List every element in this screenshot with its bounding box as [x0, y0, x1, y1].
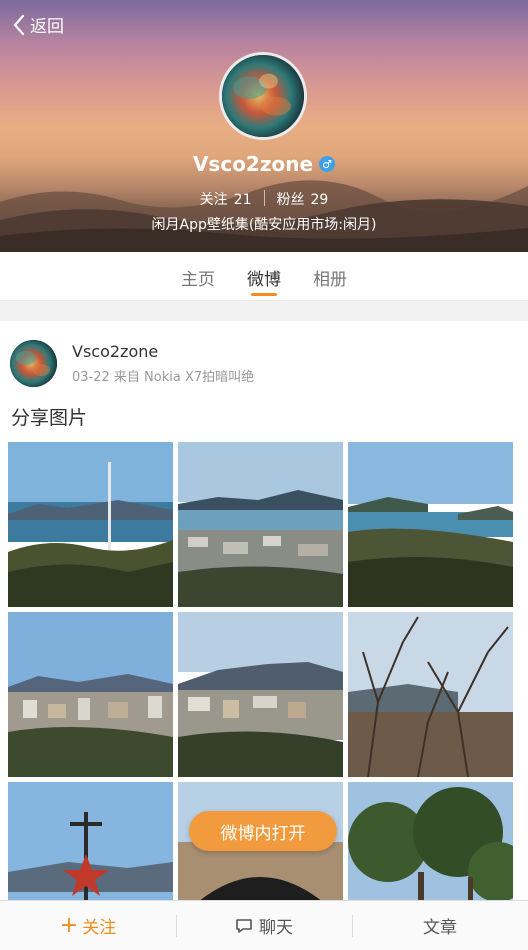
chat-button[interactable]: 聊天 [176, 901, 352, 950]
post-author[interactable]: Vsco2zone [72, 342, 158, 361]
profile-stats: 关注 21 粉丝 29 [0, 189, 528, 209]
open-in-weibo-button[interactable]: 微博内打开 [189, 811, 337, 851]
tab-weibo[interactable]: 微博 [231, 252, 297, 300]
post-image-coastal-tower[interactable] [8, 442, 173, 607]
post-image-city-port[interactable] [178, 612, 343, 777]
fans-stat-count: 29 [310, 192, 329, 208]
back-label: 返回 [30, 17, 64, 37]
nebula-avatar-image [10, 340, 57, 387]
profile-header: 返回 Vsco2zone ♂ 关注21 粉丝29 闲月App壁纸集(酷安应用 [0, 0, 528, 252]
male-icon: ♂ [319, 156, 336, 172]
post-text: 分享图片 [11, 407, 88, 429]
back-button[interactable]: 返回 [12, 12, 64, 37]
post-image-city-hills[interactable] [8, 612, 173, 777]
follow-stat-count: 21 [233, 192, 252, 208]
plus-icon: + [59, 912, 79, 938]
chat-bubble-icon [235, 918, 259, 934]
follow-label: 关注 [82, 918, 117, 938]
bottom-action-bar: + 关注 聊天 文章 [0, 900, 528, 950]
article-label: 文章 [423, 918, 457, 938]
stats-divider [263, 190, 265, 206]
profile-username: Vsco2zone [192, 152, 314, 176]
post-meta: 03-22 来自 Nokia X7拍暗叫绝 [72, 370, 255, 385]
post-image-bay-islands[interactable] [348, 442, 513, 607]
tab-album[interactable]: 相册 [297, 252, 363, 300]
article-button[interactable]: 文章 [352, 901, 528, 950]
post-image-bare-trees[interactable] [348, 612, 513, 777]
profile-username-row: Vsco2zone ♂ [0, 152, 528, 176]
post-avatar[interactable] [10, 340, 57, 387]
follow-stat-label: 关注 [199, 192, 228, 208]
profile-tabs: 主页 微博 相册 [0, 252, 528, 301]
profile-bio: 闲月App壁纸集(酷安应用市场:闲月) [151, 217, 377, 233]
chevron-left-icon [13, 14, 25, 35]
profile-avatar[interactable] [219, 52, 307, 140]
fans-stat-label: 粉丝 [276, 192, 305, 208]
fans-stat[interactable]: 粉丝 29 [277, 189, 329, 209]
chat-label: 聊天 [259, 918, 293, 938]
follow-stat[interactable]: 关注 21 [200, 189, 252, 209]
follow-button[interactable]: + 关注 [0, 901, 176, 950]
nebula-avatar-image [222, 55, 304, 137]
post-image-harbor-city[interactable] [178, 442, 343, 607]
tab-home[interactable]: 主页 [165, 252, 231, 300]
